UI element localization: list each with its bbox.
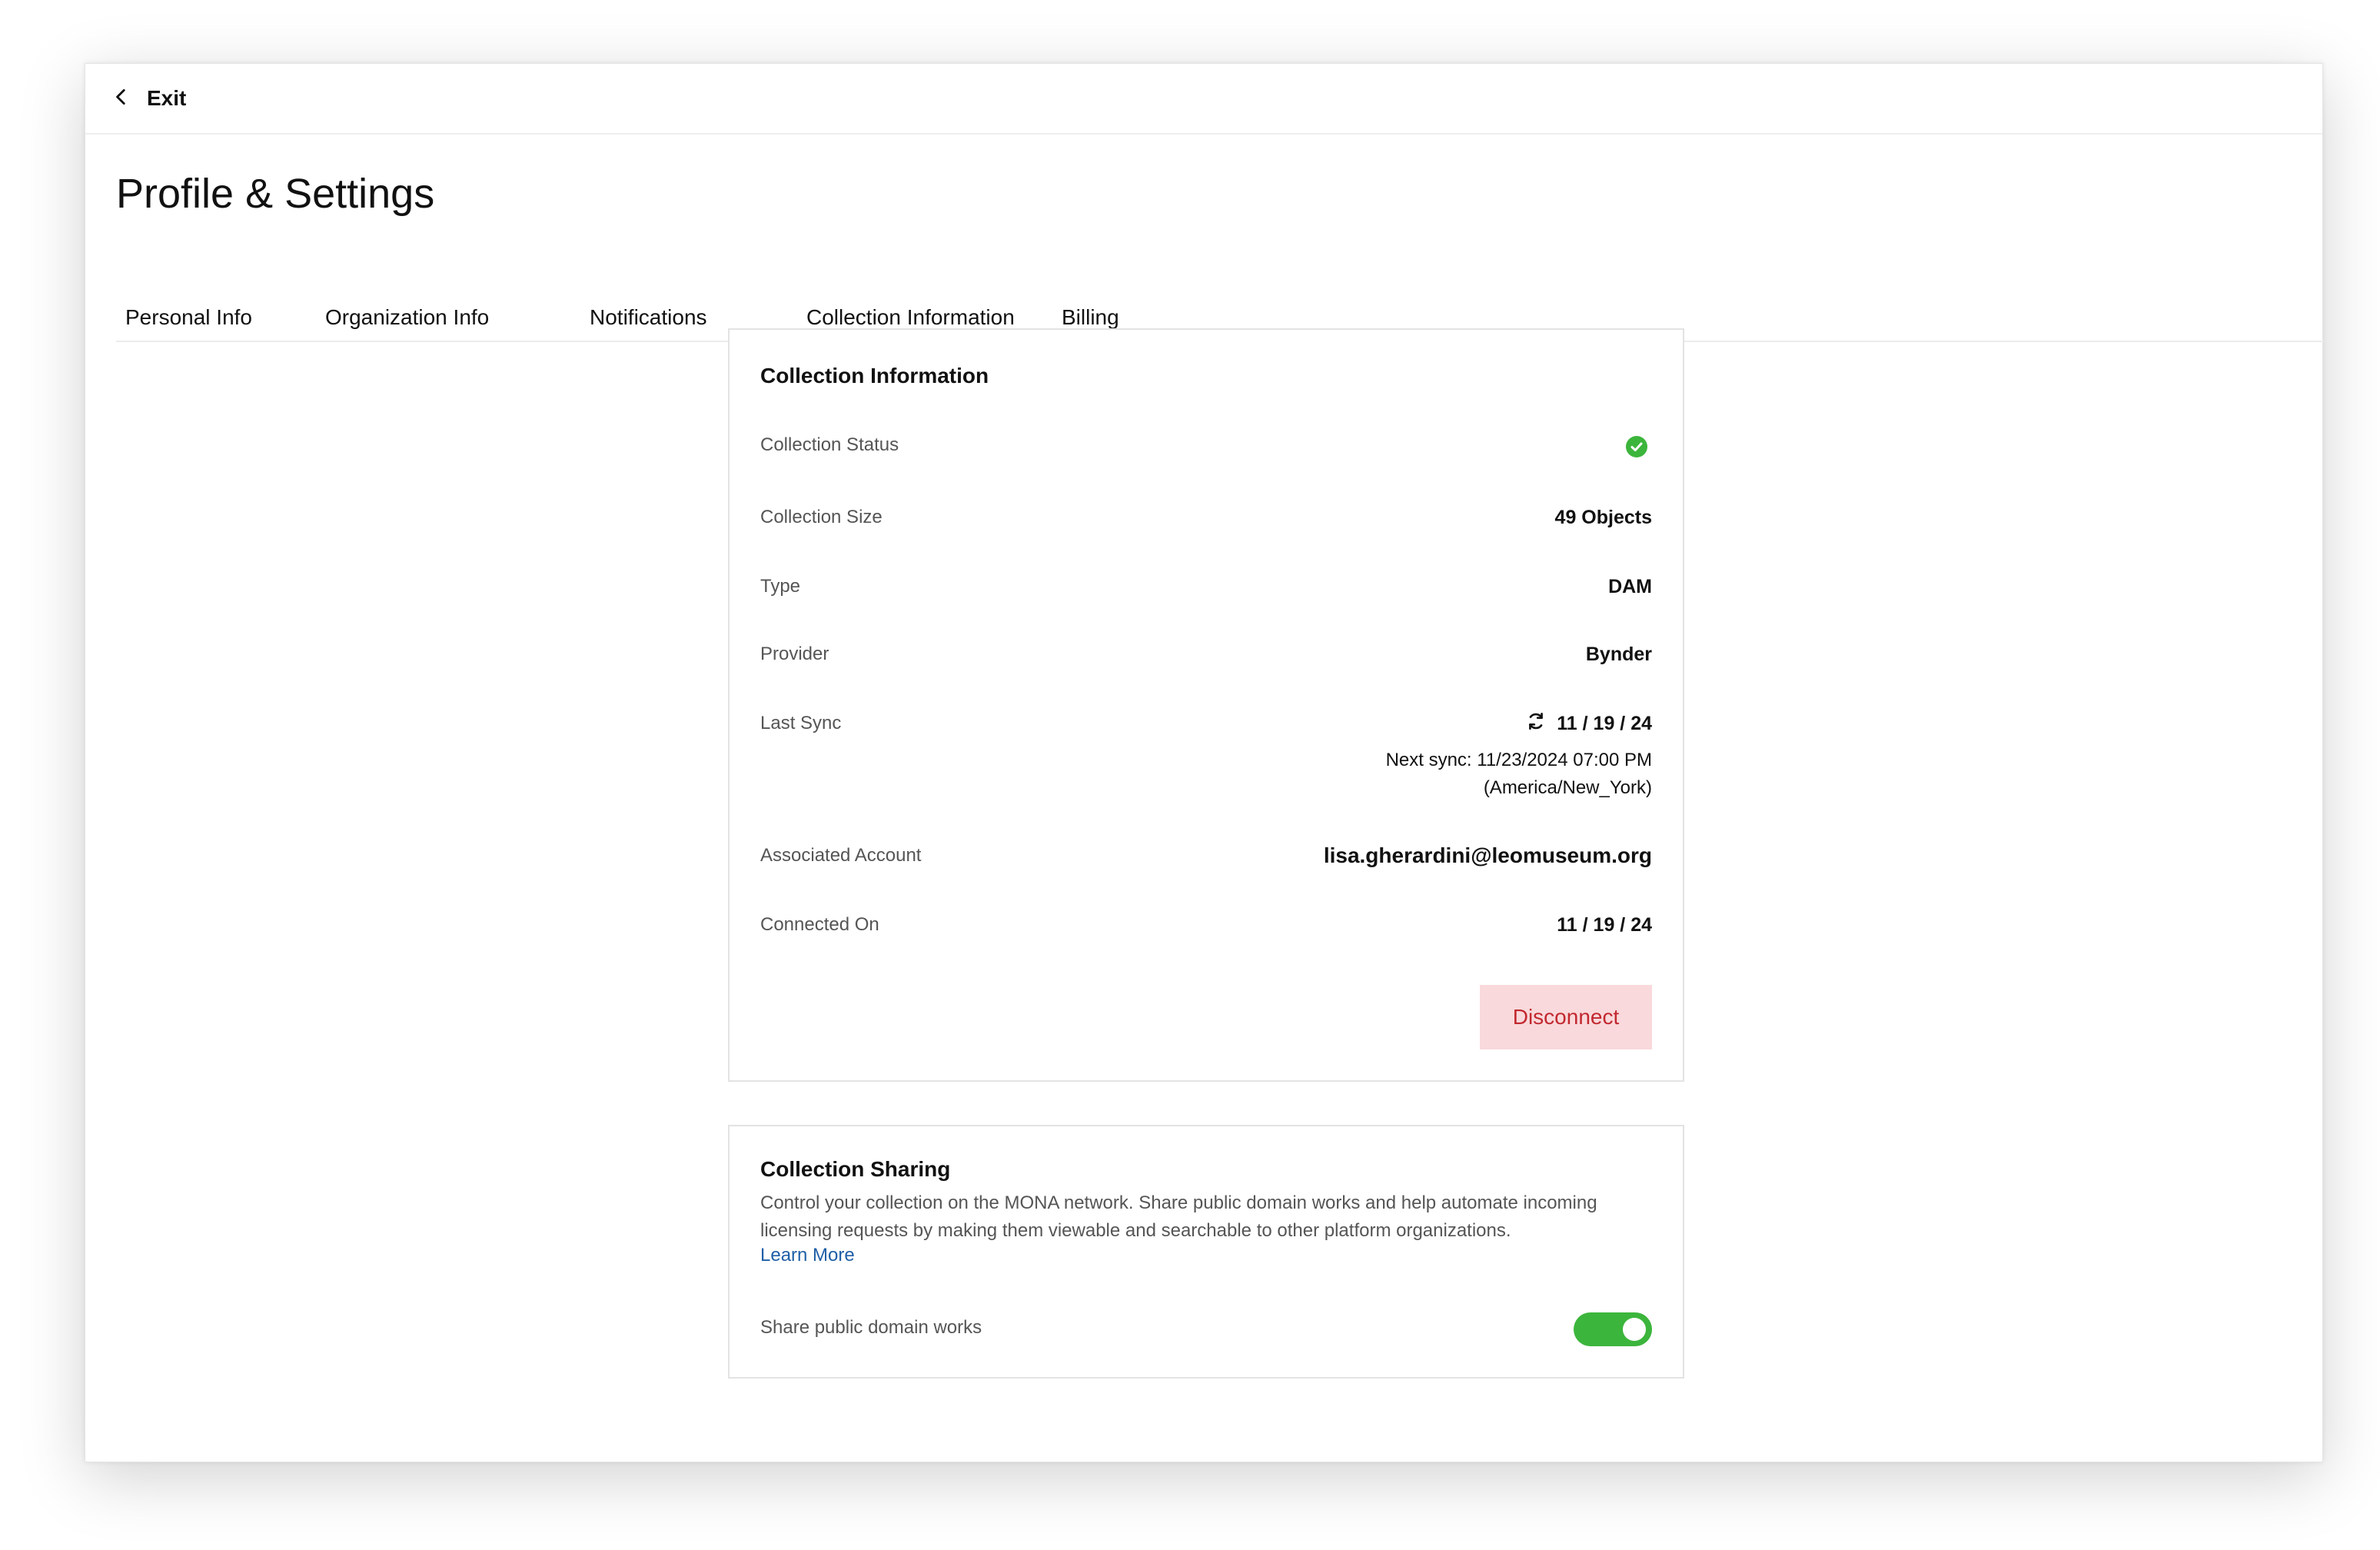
collection-size-value: 49 Objects xyxy=(1554,507,1652,528)
collection-information-title: Collection Information xyxy=(760,364,989,388)
last-sync-value: 11 / 19 / 24 xyxy=(1526,711,1652,737)
connected-on-value: 11 / 19 / 24 xyxy=(1557,914,1652,936)
exit-label: Exit xyxy=(147,86,187,110)
collection-status-label: Collection Status xyxy=(760,434,899,455)
share-public-domain-toggle[interactable] xyxy=(1574,1312,1652,1346)
next-sync-line1: Next sync: 11/23/2024 07:00 PM xyxy=(1385,750,1652,770)
page-title: Profile & Settings xyxy=(116,171,435,217)
collection-information-card: Collection Information Collection Status… xyxy=(728,328,1684,1082)
disconnect-button[interactable]: Disconnect xyxy=(1480,985,1652,1049)
share-public-domain-label: Share public domain works xyxy=(760,1317,982,1338)
settings-window: Exit Profile & Settings Personal Info Or… xyxy=(85,63,2324,1462)
top-bar: Exit xyxy=(85,64,2322,135)
chevron-left-icon xyxy=(111,87,147,111)
tab-notifications[interactable]: Notifications xyxy=(590,301,707,341)
collection-size-label: Collection Size xyxy=(760,507,883,527)
next-sync-line2: (America/New_York) xyxy=(1483,777,1652,798)
connected-on-label: Connected On xyxy=(760,914,879,935)
associated-account-value: lisa.gherardini@leomuseum.org xyxy=(1323,843,1652,867)
last-sync-label: Last Sync xyxy=(760,713,842,733)
last-sync-date: 11 / 19 / 24 xyxy=(1557,713,1652,734)
provider-label: Provider xyxy=(760,644,829,664)
tab-personal-info[interactable]: Personal Info xyxy=(125,301,252,341)
learn-more-link[interactable]: Learn More xyxy=(760,1245,855,1266)
collection-sharing-title: Collection Sharing xyxy=(760,1157,951,1181)
toggle-knob xyxy=(1623,1318,1646,1341)
associated-account-label: Associated Account xyxy=(760,845,922,866)
type-value: DAM xyxy=(1608,576,1652,597)
collection-sharing-description: Control your collection on the MONA netw… xyxy=(760,1192,1597,1241)
provider-value: Bynder xyxy=(1585,644,1652,665)
collection-sharing-card: Collection Sharing Control your collecti… xyxy=(728,1125,1684,1379)
type-label: Type xyxy=(760,576,801,597)
exit-button[interactable]: Exit xyxy=(111,86,186,111)
sync-icon[interactable] xyxy=(1526,711,1557,737)
check-circle-icon xyxy=(1626,436,1647,457)
tab-organization-info[interactable]: Organization Info xyxy=(325,301,489,341)
